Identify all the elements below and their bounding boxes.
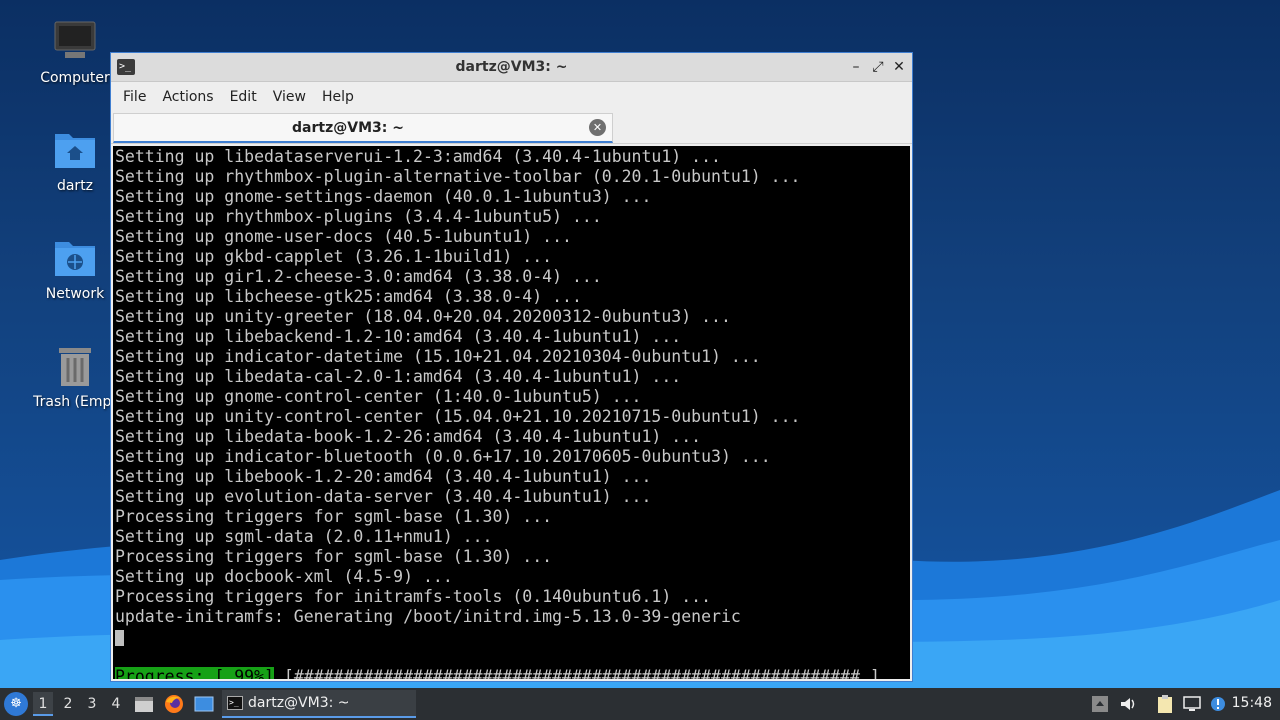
terminal-line: Setting up libebook-1.2-20:amd64 (3.40.4… xyxy=(115,467,652,486)
firefox-icon[interactable] xyxy=(163,693,185,715)
progress-line: Progress: [ 99%] [######################… xyxy=(115,667,910,679)
terminal-line: Processing triggers for sgml-base (1.30)… xyxy=(115,547,553,566)
workspace-3[interactable]: 3 xyxy=(82,692,102,716)
terminal-line: Processing triggers for sgml-base (1.30)… xyxy=(115,507,553,526)
volume-icon[interactable] xyxy=(1118,694,1138,714)
file-manager-icon[interactable] xyxy=(133,693,155,715)
task-terminal-button[interactable]: >_ dartz@VM3: ~ xyxy=(222,690,416,718)
maximize-button[interactable]: ⤢ xyxy=(869,57,887,77)
workspace-4[interactable]: 4 xyxy=(106,692,126,716)
menu-help[interactable]: Help xyxy=(314,89,362,105)
workspace-2[interactable]: 2 xyxy=(58,692,78,716)
terminal-task-icon: >_ xyxy=(227,696,243,710)
terminal-tab[interactable]: dartz@VM3: ~ ✕ xyxy=(113,113,613,143)
terminal-line: Setting up libedataserverui-1.2-3:amd64 … xyxy=(115,147,721,166)
tab-bar: dartz@VM3: ~ ✕ xyxy=(111,112,912,144)
clock[interactable]: 15:48 xyxy=(1232,695,1272,711)
home-folder-icon xyxy=(51,126,99,174)
terminal-line: Processing triggers for initramfs-tools … xyxy=(115,587,712,606)
terminal-line: Setting up libebackend-1.2-10:amd64 (3.4… xyxy=(115,327,682,346)
network-folder-icon xyxy=(51,234,99,282)
trash-icon xyxy=(51,342,99,390)
terminal-line: Setting up rhythmbox-plugin-alternative-… xyxy=(115,167,801,186)
computer-icon xyxy=(51,18,99,66)
terminal-cursor xyxy=(115,629,124,646)
terminal-line: Setting up sgml-data (2.0.11+nmu1) ... xyxy=(115,527,493,546)
network-tray-icon[interactable] xyxy=(1090,694,1110,714)
terminal-line: Setting up libcheese-gtk25:amd64 (3.38.0… xyxy=(115,287,582,306)
updates-icon[interactable] xyxy=(1208,694,1228,714)
start-menu-icon[interactable]: ☸ xyxy=(4,692,28,716)
minimize-button[interactable]: – xyxy=(847,57,865,77)
workspace-1[interactable]: 1 xyxy=(33,692,53,716)
terminal-window: >_ dartz@VM3: ~ – ⤢ ✕ File Actions Edit … xyxy=(110,52,913,682)
terminal-line: update-initramfs: Generating /boot/initr… xyxy=(115,607,741,626)
terminal-line: Setting up gkbd-capplet (3.26.1-1build1)… xyxy=(115,247,553,266)
task-label: dartz@VM3: ~ xyxy=(248,695,350,711)
terminal-output[interactable]: Setting up libedataserverui-1.2-3:amd64 … xyxy=(113,146,910,679)
tab-label: dartz@VM3: ~ xyxy=(292,120,404,136)
menu-view[interactable]: View xyxy=(265,89,314,105)
display-icon[interactable] xyxy=(1182,694,1202,714)
desktop: Computer dartz Network Trash (Empt >_ da… xyxy=(0,0,1280,688)
terminal-line: Setting up gir1.2-cheese-3.0:amd64 (3.38… xyxy=(115,267,602,286)
tab-close-icon[interactable]: ✕ xyxy=(589,119,606,136)
terminal-cursor-line xyxy=(115,627,910,647)
terminal-line: Setting up gnome-control-center (1:40.0-… xyxy=(115,387,642,406)
terminal-line: Setting up gnome-user-docs (40.5-1ubuntu… xyxy=(115,227,572,246)
progress-bar: [#######################################… xyxy=(273,667,880,679)
window-title: dartz@VM3: ~ xyxy=(455,59,568,75)
desktop-icon[interactable] xyxy=(193,693,215,715)
menu-bar: File Actions Edit View Help xyxy=(111,82,912,112)
terminal-line: Setting up indicator-bluetooth (0.0.6+17… xyxy=(115,447,771,466)
terminal-line: Setting up evolution-data-server (3.40.4… xyxy=(115,487,652,506)
menu-actions[interactable]: Actions xyxy=(154,89,221,105)
terminal-line: Setting up gnome-settings-daemon (40.0.1… xyxy=(115,187,652,206)
progress-label: Progress: [ 99%] xyxy=(115,667,274,679)
terminal-line: Setting up unity-greeter (18.04.0+20.04.… xyxy=(115,307,731,326)
terminal-line: Setting up rhythmbox-plugins (3.4.4-1ubu… xyxy=(115,207,602,226)
menu-file[interactable]: File xyxy=(115,89,154,105)
terminal-line: Setting up docbook-xml (4.5-9) ... xyxy=(115,567,453,586)
close-button[interactable]: ✕ xyxy=(890,57,908,77)
terminal-line: Setting up libedata-cal-2.0-1:amd64 (3.4… xyxy=(115,367,682,386)
window-titlebar[interactable]: >_ dartz@VM3: ~ – ⤢ ✕ xyxy=(111,53,912,82)
menu-edit[interactable]: Edit xyxy=(222,89,265,105)
clipboard-icon[interactable] xyxy=(1155,694,1175,714)
terminal-line: Setting up indicator-datetime (15.10+21.… xyxy=(115,347,761,366)
terminal-line: Setting up unity-control-center (15.04.0… xyxy=(115,407,801,426)
taskbar: ☸ 1 2 3 4 >_ dartz@VM3: ~ 15:48 xyxy=(0,688,1280,720)
terminal-line: Setting up libedata-book-1.2-26:amd64 (3… xyxy=(115,427,702,446)
